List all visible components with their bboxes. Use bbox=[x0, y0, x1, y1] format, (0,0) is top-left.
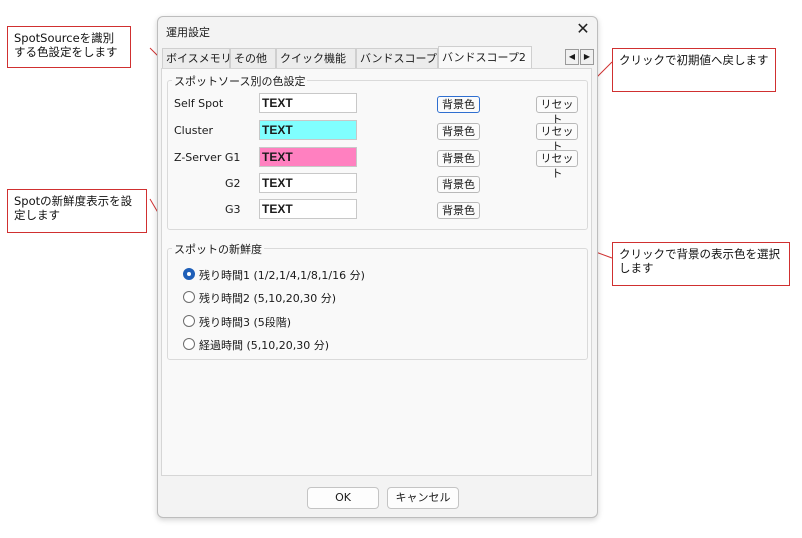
reset-button-self-spot[interactable]: リセット bbox=[536, 96, 578, 126]
color-preview-cluster: TEXT bbox=[259, 120, 357, 140]
color-preview-self-spot: TEXT bbox=[259, 93, 357, 113]
tab-quick[interactable]: クイック機能 bbox=[276, 48, 356, 68]
freshness-radio-1[interactable] bbox=[183, 268, 195, 280]
dialog-title: 運用設定 bbox=[166, 26, 210, 39]
freshness-option-2-label: 残り時間2 (5,10,20,30 分) bbox=[199, 292, 337, 305]
tab-scroll-left-icon[interactable]: ◀ bbox=[565, 49, 579, 65]
freshness-radio-3[interactable] bbox=[183, 315, 195, 327]
tab-voice-memory[interactable]: ボイスメモリ bbox=[162, 48, 232, 68]
freshness-option-4-label: 経過時間 (5,10,20,30 分) bbox=[199, 339, 330, 352]
callout-background: クリックで背景の表示色を選択します bbox=[612, 242, 790, 286]
row-label-cluster: Cluster bbox=[174, 124, 214, 137]
background-color-button-g2[interactable]: 背景色 bbox=[437, 176, 480, 193]
background-color-button-zserver-g1[interactable]: 背景色 bbox=[437, 150, 480, 167]
row-label-self-spot: Self Spot bbox=[174, 97, 224, 110]
tab-other[interactable]: その他 bbox=[230, 48, 276, 68]
reset-button-zserver-g1[interactable]: リセット bbox=[536, 150, 578, 180]
ok-button[interactable]: OK bbox=[307, 487, 379, 509]
color-preview-g2: TEXT bbox=[259, 173, 357, 193]
freshness-option-3-label: 残り時間3 (5段階) bbox=[199, 316, 292, 329]
row-label-g2: G2 bbox=[225, 177, 241, 190]
callout-freshness: Spotの新鮮度表示を設定します bbox=[7, 189, 147, 233]
tab-scroll-right-icon[interactable]: ▶ bbox=[580, 49, 594, 65]
background-color-button-g3[interactable]: 背景色 bbox=[437, 202, 480, 219]
close-icon[interactable]: ✕ bbox=[574, 20, 592, 38]
color-group-label: スポットソース別の色設定 bbox=[172, 73, 308, 89]
callout-source-colors: SpotSourceを識別する色設定をします bbox=[7, 26, 131, 68]
row-label-g3: G3 bbox=[225, 203, 241, 216]
background-color-button-self-spot[interactable]: 背景色 bbox=[437, 96, 480, 113]
freshness-radio-4[interactable] bbox=[183, 338, 195, 350]
tab-bandscope2[interactable]: バンドスコープ2 bbox=[438, 46, 532, 68]
freshness-radio-2[interactable] bbox=[183, 291, 195, 303]
cancel-button[interactable]: キャンセル bbox=[387, 487, 459, 509]
row-label-zserver-g1: Z-Server G1 bbox=[174, 151, 241, 164]
reset-button-cluster[interactable]: リセット bbox=[536, 123, 578, 153]
freshness-group-label: スポットの新鮮度 bbox=[172, 241, 264, 257]
tab-bandscope[interactable]: バンドスコープ bbox=[356, 48, 438, 68]
freshness-option-1-label: 残り時間1 (1/2,1/4,1/8,1/16 分) bbox=[199, 269, 365, 282]
background-color-button-cluster[interactable]: 背景色 bbox=[437, 123, 480, 140]
color-preview-zserver-g1: TEXT bbox=[259, 147, 357, 167]
callout-reset: クリックで初期値へ戻します bbox=[612, 48, 776, 92]
color-preview-g3: TEXT bbox=[259, 199, 357, 219]
